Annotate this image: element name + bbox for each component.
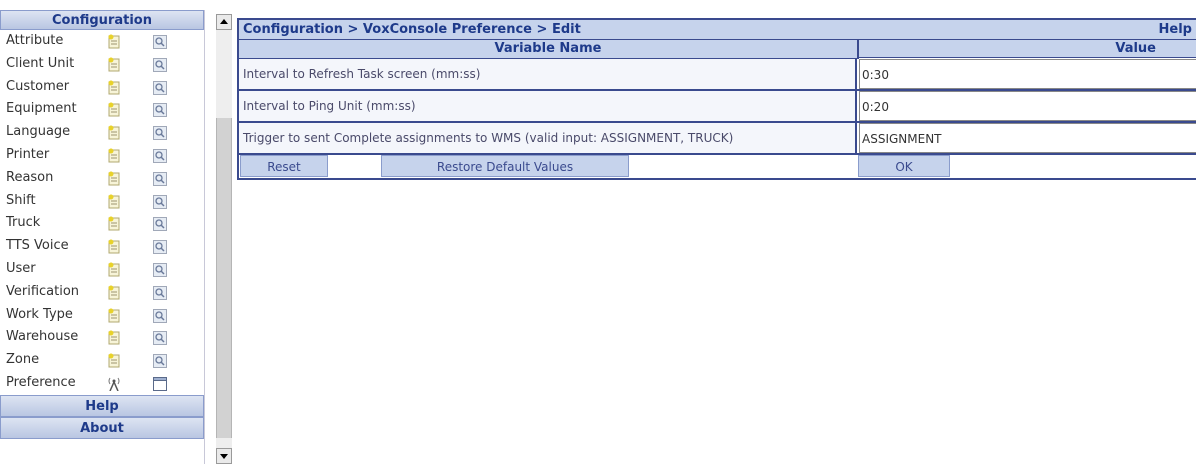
sidebar-item-language: Language <box>0 121 204 144</box>
magnifier-view-icon[interactable] <box>153 240 167 255</box>
magnifier-view-icon[interactable] <box>153 262 167 277</box>
sidebar-item-zone: Zone <box>0 349 204 372</box>
sidebar-item-verification: Verification <box>0 281 204 304</box>
add-document-icon[interactable] <box>108 80 120 95</box>
sidebar-item-tts-voice: TTS Voice <box>0 235 204 258</box>
sidebar-item-label[interactable]: TTS Voice <box>6 235 69 258</box>
sidebar-about[interactable]: About <box>0 416 204 439</box>
sidebar-item-preference: Preference <box>0 372 204 395</box>
reset-button[interactable]: Reset <box>240 155 328 177</box>
arrow-down-icon <box>220 454 228 459</box>
sidebar-item-reason: Reason <box>0 167 204 190</box>
table-row: Interval to Ping Unit (mm:ss) 0:20 <box>239 91 1196 123</box>
table-row: Interval to Refresh Task screen (mm:ss) … <box>239 59 1196 91</box>
magnifier-view-icon[interactable] <box>153 285 167 300</box>
sidebar-item-label[interactable]: Verification <box>6 281 79 304</box>
antenna-icon[interactable] <box>106 376 122 391</box>
scroll-up-button[interactable] <box>216 14 232 30</box>
breadcrumb: Configuration > VoxConsole Preference > … <box>243 22 581 37</box>
sidebar-help[interactable]: Help <box>0 394 204 417</box>
ok-button[interactable]: OK <box>858 155 950 177</box>
magnifier-view-icon[interactable] <box>153 217 167 232</box>
sidebar-item-user: User <box>0 258 204 281</box>
add-document-icon[interactable] <box>108 308 120 323</box>
sidebar-item-warehouse: Warehouse <box>0 326 204 349</box>
magnifier-view-icon[interactable] <box>153 354 167 369</box>
sidebar-header[interactable]: Configuration <box>0 10 204 30</box>
add-document-icon[interactable] <box>108 216 120 231</box>
sidebar-item-shift: Shift <box>0 190 204 213</box>
sidebar-item-label[interactable]: Customer <box>6 76 69 99</box>
sidebar-item-label[interactable]: Warehouse <box>6 326 78 349</box>
scroll-thumb[interactable] <box>216 118 232 438</box>
sidebar-item-label[interactable]: Shift <box>6 190 36 213</box>
magnifier-view-icon[interactable] <box>153 308 167 323</box>
restore-defaults-button[interactable]: Restore Default Values <box>381 155 629 177</box>
add-document-icon[interactable] <box>108 285 120 300</box>
value-input[interactable]: 0:30 <box>859 59 1196 89</box>
add-document-icon[interactable] <box>108 34 120 49</box>
magnifier-view-icon[interactable] <box>153 80 167 95</box>
add-document-icon[interactable] <box>108 57 120 72</box>
sidebar-item-work-type: Work Type <box>0 304 204 327</box>
help-link[interactable]: Help <box>1159 20 1192 39</box>
magnifier-view-icon[interactable] <box>153 57 167 72</box>
magnifier-view-icon[interactable] <box>153 331 167 346</box>
sidebar-item-equipment: Equipment <box>0 98 204 121</box>
sidebar-item-label[interactable]: Reason <box>6 167 53 190</box>
table-row: Trigger to sent Complete assignments to … <box>239 123 1196 155</box>
add-document-icon[interactable] <box>108 330 120 345</box>
add-document-icon[interactable] <box>108 194 120 209</box>
magnifier-view-icon[interactable] <box>153 194 167 209</box>
sidebar-item-attribute: Attribute <box>0 30 204 53</box>
value-input[interactable]: ASSIGNMENT <box>859 123 1196 153</box>
sidebar-item-label[interactable]: Work Type <box>6 304 73 327</box>
column-header-value: Value <box>859 40 1196 58</box>
sidebar-item-printer: Printer <box>0 144 204 167</box>
panel-title-bar: Configuration > VoxConsole Preference > … <box>239 20 1196 40</box>
sidebar-item-label[interactable]: Preference <box>6 372 76 395</box>
value-input[interactable]: 0:20 <box>859 91 1196 121</box>
sidebar-item-label[interactable]: Equipment <box>6 98 77 121</box>
magnifier-view-icon[interactable] <box>153 171 167 186</box>
sidebar-item-label[interactable]: Attribute <box>6 30 63 53</box>
add-document-icon[interactable] <box>108 239 120 254</box>
magnifier-view-icon[interactable] <box>153 126 167 141</box>
sidebar-item-label[interactable]: User <box>6 258 36 281</box>
add-document-icon[interactable] <box>108 148 120 163</box>
variable-name: Interval to Ping Unit (mm:ss) <box>239 91 857 121</box>
arrow-up-icon <box>220 19 228 24</box>
window-icon[interactable] <box>153 376 167 391</box>
sidebar-item-truck: Truck <box>0 212 204 235</box>
sidebar: Configuration Attribute Client Unit Cust… <box>0 10 205 464</box>
magnifier-view-icon[interactable] <box>153 103 167 118</box>
variable-name: Trigger to sent Complete assignments to … <box>239 123 857 153</box>
add-document-icon[interactable] <box>108 353 120 368</box>
sidebar-item-label[interactable]: Truck <box>6 212 40 235</box>
sidebar-item-label[interactable]: Zone <box>6 349 39 372</box>
sidebar-item-label[interactable]: Language <box>6 121 70 144</box>
add-document-icon[interactable] <box>108 262 120 277</box>
column-header-variable-name: Variable Name <box>239 40 859 59</box>
button-row: Reset Restore Default Values OK <box>239 154 1196 178</box>
scroll-down-button[interactable] <box>216 448 232 464</box>
magnifier-view-icon[interactable] <box>153 35 167 49</box>
add-document-icon[interactable] <box>108 102 120 117</box>
sidebar-item-customer: Customer <box>0 76 204 99</box>
sidebar-item-label[interactable]: Printer <box>6 144 49 167</box>
sidebar-item-label[interactable]: Client Unit <box>6 53 74 76</box>
add-document-icon[interactable] <box>108 125 120 140</box>
add-document-icon[interactable] <box>108 171 120 186</box>
magnifier-view-icon[interactable] <box>153 148 167 163</box>
sidebar-item-client-unit: Client Unit <box>0 53 204 76</box>
edit-panel: Configuration > VoxConsole Preference > … <box>237 18 1196 180</box>
vertical-scrollbar[interactable] <box>216 14 232 464</box>
variable-name: Interval to Refresh Task screen (mm:ss) <box>239 59 857 89</box>
